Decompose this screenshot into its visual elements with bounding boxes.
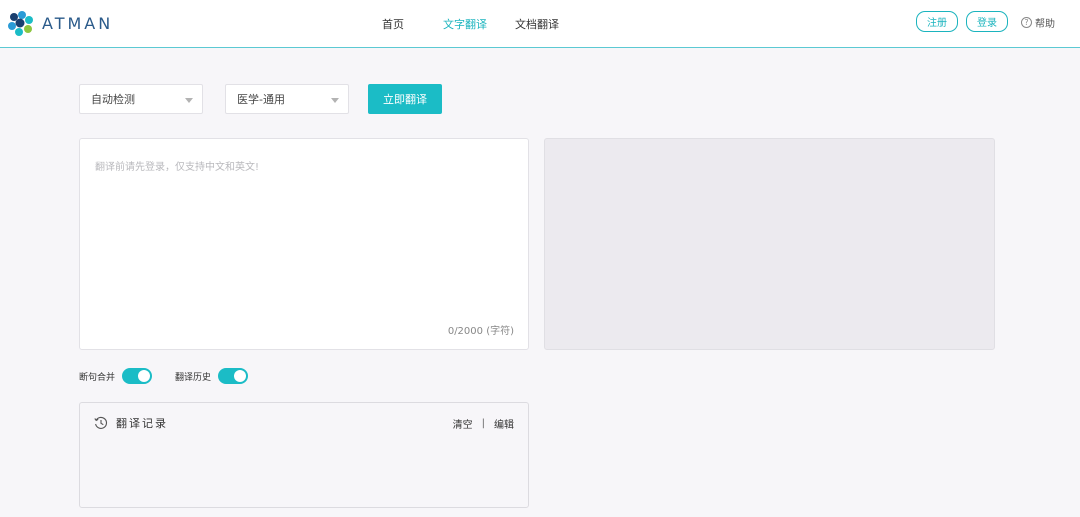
source-language-value: 自动检测 (91, 93, 135, 106)
history-clock-icon (94, 416, 107, 429)
actions-separator: | (481, 418, 485, 429)
nav-home[interactable]: 首页 (382, 16, 404, 32)
question-circle-icon: ? (1021, 17, 1032, 28)
nav-doc-translate[interactable]: 文档翻译 (515, 16, 559, 32)
translate-now-button[interactable]: 立即翻译 (368, 84, 442, 114)
top-header: ATMAN 首页 文字翻译 文档翻译 注册 登录 ? 帮助 (0, 0, 1080, 48)
history-header: 翻译记录 (94, 415, 168, 431)
history-actions: 清空 | 编辑 (453, 416, 514, 431)
source-language-select[interactable]: 自动检测 (79, 84, 203, 114)
login-button[interactable]: 登录 (966, 11, 1008, 32)
sentence-merge-toggle[interactable] (122, 368, 153, 384)
clear-history-link[interactable]: 清空 (453, 416, 473, 431)
help-label: 帮助 (1035, 19, 1055, 30)
history-toggle[interactable] (218, 368, 249, 384)
help-link[interactable]: ? 帮助 (1021, 15, 1055, 30)
history-toggle-label: 翻译历史 (175, 372, 212, 383)
chevron-down-icon (331, 98, 339, 103)
char-count: 0/2000 (字符) (447, 326, 514, 337)
register-button[interactable]: 注册 (916, 11, 958, 32)
edit-history-link[interactable]: 编辑 (494, 416, 514, 431)
translation-history-panel: 翻译记录 清空 | 编辑 (79, 402, 529, 508)
sentence-merge-toggle-group: 断句合并 (79, 368, 153, 384)
nav-text-translate[interactable]: 文字翻译 (443, 16, 487, 32)
sentence-merge-label: 断句合并 (79, 372, 116, 383)
source-text-input[interactable] (80, 139, 528, 349)
domain-select[interactable]: 医学-通用 (225, 84, 349, 114)
history-toggle-group: 翻译历史 (175, 368, 249, 384)
translation-output-panel (544, 138, 995, 350)
domain-value: 医学-通用 (237, 93, 285, 106)
history-title: 翻译记录 (116, 417, 168, 430)
chevron-down-icon (185, 98, 193, 103)
toggle-knob (138, 370, 151, 382)
toggle-knob (234, 370, 247, 382)
source-text-panel: 0/2000 (字符) (79, 138, 529, 350)
